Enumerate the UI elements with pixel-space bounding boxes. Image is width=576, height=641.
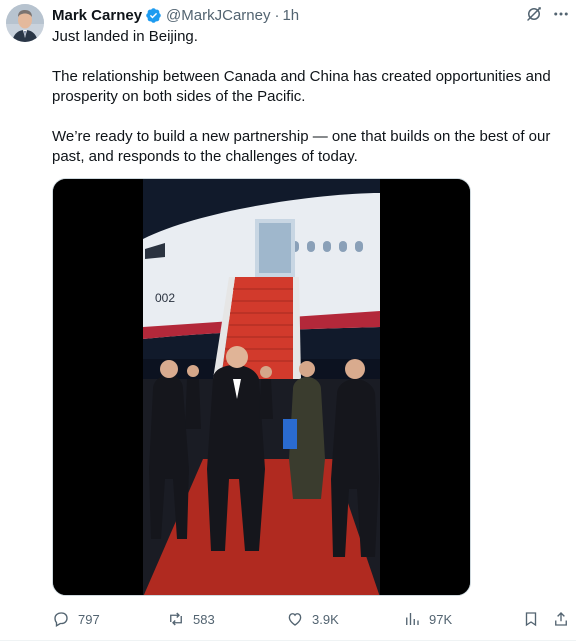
bookmark-button[interactable] (522, 606, 548, 632)
repost-button[interactable]: 583 (167, 606, 215, 632)
views-count: 97K (429, 611, 453, 627)
like-button[interactable]: 3.9K (286, 606, 339, 632)
plane-tail-number: 002 (155, 291, 175, 305)
share-button[interactable] (552, 606, 576, 632)
tweet-text: Just landed in Beijing. The relationship… (52, 27, 562, 167)
avatar-photo (6, 4, 44, 42)
repost-icon (170, 612, 182, 626)
share-icon (555, 612, 567, 626)
tweet-paragraph: Just landed in Beijing. (52, 28, 198, 45)
like-count: 3.9K (312, 611, 339, 627)
views-chart-icon (406, 613, 419, 625)
tweet-paragraph: We’re ready to build a new partnership —… (52, 128, 551, 165)
reply-button[interactable]: 797 (52, 606, 100, 632)
heart-icon (288, 613, 302, 626)
tweet-media-video[interactable]: 002 (52, 178, 471, 596)
reply-icon (54, 612, 68, 627)
tweet-actions: 797 583 3.9K 97K (52, 606, 570, 632)
views-button[interactable]: 97K (403, 606, 452, 632)
grok-icon[interactable] (525, 5, 543, 23)
reply-count: 797 (78, 611, 100, 627)
tweet-paragraph: The relationship between Canada and Chin… (52, 68, 551, 105)
author-handle[interactable]: @MarkJCarney (166, 7, 270, 24)
tweet-header: Mark Carney @MarkJCarney · 1h (52, 5, 299, 25)
more-options-icon[interactable] (552, 5, 570, 23)
repost-count: 583 (193, 611, 215, 627)
tweet[interactable]: Mark Carney @MarkJCarney · 1h Just lande… (0, 0, 576, 641)
author-name[interactable]: Mark Carney (52, 7, 142, 24)
header-separator: · (274, 6, 280, 24)
bookmark-icon (525, 612, 537, 627)
verified-badge-icon (145, 7, 162, 24)
video-frame: 002 (53, 179, 470, 595)
avatar[interactable] (6, 4, 44, 42)
tweet-timestamp[interactable]: 1h (282, 7, 299, 24)
